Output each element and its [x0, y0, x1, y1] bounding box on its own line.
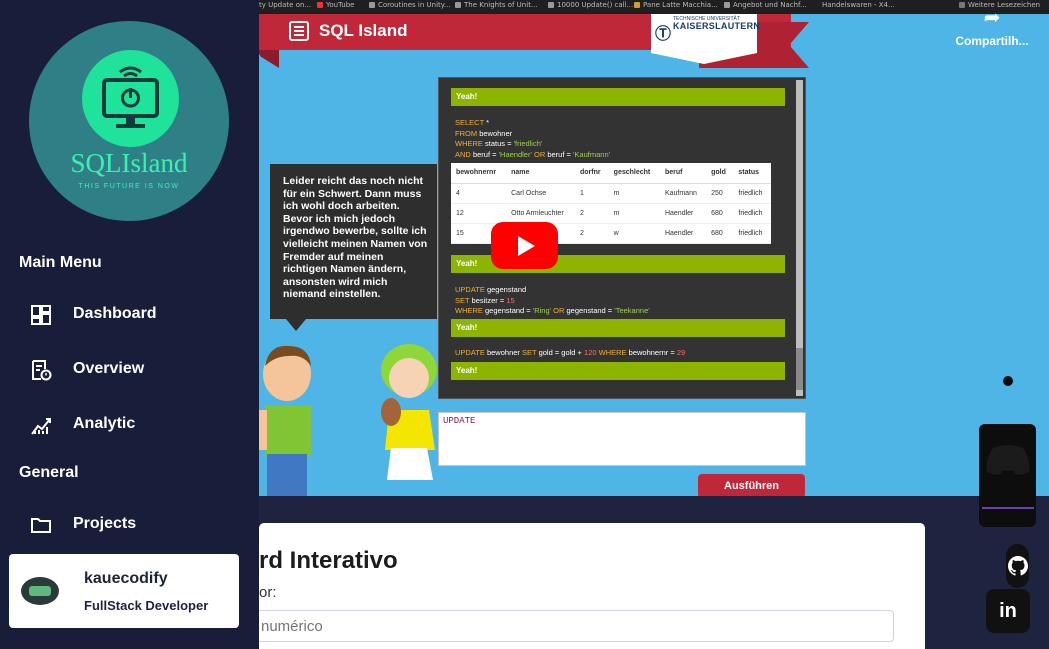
table-cell: 4 [451, 183, 507, 204]
bookmark[interactable]: 10000 Update() call... [548, 1, 633, 9]
sidebar-item-analytic[interactable]: Analytic [30, 412, 230, 436]
play-icon[interactable] [491, 222, 558, 269]
run-button[interactable]: Ausführen [698, 474, 805, 496]
bookmark[interactable]: Angebot und Nachf... [724, 1, 807, 9]
logo-title: SQLIsland [70, 148, 188, 178]
share-label: Compartilh... [955, 34, 1029, 48]
sidebar-item-label: Analytic [73, 415, 136, 432]
table-cell: 12 [451, 203, 507, 224]
share-icon: ➦ [983, 7, 1001, 29]
table-cell: Haendler [659, 223, 707, 244]
github-glyph [1007, 556, 1028, 576]
github-icon[interactable] [1006, 544, 1029, 588]
avatar [21, 577, 59, 605]
table-header: geschlecht [608, 163, 660, 184]
dashboard-icon [31, 305, 51, 325]
status-dot [1003, 376, 1013, 386]
page-title: rd Interativo [259, 547, 398, 574]
table-header: dorfnr [574, 163, 609, 184]
tu-logo-icon: Ⓣ [655, 26, 672, 43]
sidebar-item-projects[interactable]: Projects [30, 512, 230, 536]
table-row: 12 Otto Armleuchter 2 m Haendler 680 friedlich [451, 203, 771, 224]
table-row: 4 Carl Ochse 1 m Kaufmann 250 friedlich [451, 183, 771, 204]
character-girl [381, 344, 437, 480]
table-header: beruf [659, 163, 707, 184]
sql-query: UPDATE gegenstand SET besitzer = 15 WHER… [455, 285, 650, 315]
bookmark[interactable]: Coroutines in Unity... [369, 1, 451, 9]
app-title: SQL Island [319, 21, 408, 40]
sidebar-item-label: Overview [73, 360, 145, 377]
menu-icon[interactable] [289, 21, 309, 41]
table-header: gold [706, 163, 734, 184]
sidebar: SQLIsland THIS FUTURE IS NOW Main Menu D… [0, 0, 259, 649]
bookmark[interactable]: Pane Latte Macchia... [634, 1, 718, 9]
bookmark[interactable]: The Knights of Unit... [455, 1, 538, 9]
table-cell: Carl Ochse [506, 183, 575, 204]
university-name: KAISERSLAUTERN [673, 21, 761, 31]
section-general: General [19, 464, 79, 481]
table-cell: 250 [706, 183, 734, 204]
bookmarks-bar: ty Update on... YouTube Coroutines in Un… [259, 0, 1049, 14]
video-player[interactable]: ty Update on... YouTube Coroutines in Un… [259, 0, 1049, 496]
table-cell: 1 [574, 183, 609, 204]
table-header: status [733, 163, 771, 184]
table-cell: friedlich [733, 203, 771, 224]
sql-input[interactable]: UPDATE [438, 412, 806, 466]
table-cell: 2 [574, 223, 609, 244]
linkedin-label: in [999, 600, 1017, 622]
table-cell: friedlich [733, 223, 771, 244]
table-cell: m [608, 203, 660, 224]
table-cell: m [608, 183, 660, 204]
sql-query: SELECT * FROM bewohner WHERE status = 'f… [455, 118, 611, 159]
bookmark[interactable]: ty Update on... [259, 1, 311, 9]
table-header: name [506, 163, 575, 184]
table-cell: 680 [706, 203, 734, 224]
section-main-menu: Main Menu [19, 254, 102, 271]
profile-card[interactable]: kauecodify FullStack Developer [9, 554, 239, 628]
discord-widget[interactable] [979, 424, 1036, 527]
profile-role: FullStack Developer [84, 598, 209, 613]
scrollbar-thumb[interactable] [796, 348, 803, 390]
table-cell: w [608, 223, 660, 244]
linkedin-icon[interactable]: in [986, 589, 1030, 633]
discord-underline [982, 507, 1034, 509]
number-input[interactable] [248, 610, 894, 642]
table-cell: 2 [574, 203, 609, 224]
sidebar-item-dashboard[interactable]: Dashboard [30, 302, 230, 326]
discord-icon [986, 445, 1030, 475]
table-cell: Otto Armleuchter [506, 203, 575, 224]
sql-query: UPDATE bewohner SET gold = gold + 120 WH… [455, 348, 686, 357]
logo-badge [82, 50, 179, 147]
table-cell: 680 [706, 223, 734, 244]
folder-icon [31, 518, 51, 533]
share-button[interactable]: ➦ Compartilh... [947, 8, 1037, 48]
monitor-icon [102, 66, 159, 128]
input-label: or: [259, 584, 277, 601]
table-cell: Haendler [659, 203, 707, 224]
sidebar-item-label: Dashboard [73, 305, 157, 322]
success-banner: Yeah! [451, 362, 785, 380]
analytic-icon [31, 418, 51, 435]
success-banner: Yeah! [451, 319, 785, 337]
speech-text: Leider reicht das noch nicht für ein Sch… [283, 175, 428, 301]
success-banner: Yeah! [451, 88, 785, 106]
speech-bubble: Leider reicht das noch nicht für ein Sch… [270, 164, 437, 331]
table-cell: friedlich [733, 183, 771, 204]
profile-name: kauecodify [84, 570, 168, 587]
table-cell: Kaufmann [659, 183, 707, 204]
overview-icon [32, 360, 52, 381]
sidebar-item-overview[interactable]: Overview [30, 357, 230, 381]
sidebar-item-label: Projects [73, 515, 137, 532]
bookmark[interactable]: YouTube [317, 1, 354, 9]
bookmark[interactable]: Handelswaren - X4... [822, 1, 895, 9]
table-header: bewohnernr [451, 163, 507, 184]
logo-subtitle: THIS FUTURE IS NOW [78, 183, 180, 190]
